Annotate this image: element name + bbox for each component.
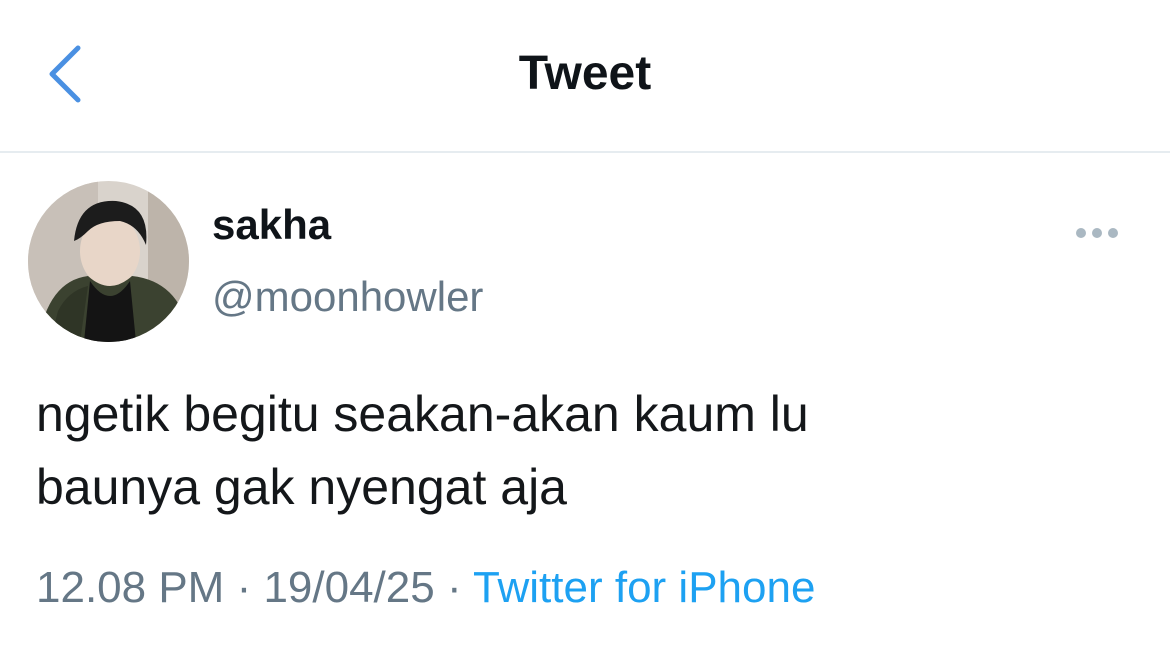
more-options-button[interactable] (1066, 218, 1126, 248)
more-horizontal-icon (1066, 218, 1126, 248)
avatar[interactable] (28, 181, 189, 342)
tweet-text: ngetik begitu seakan-akan kaum lu baunya… (36, 386, 809, 515)
user-handle[interactable]: @moonhowler (212, 270, 483, 324)
tweet-date: 19/04/25 (263, 563, 435, 612)
display-name[interactable]: sakha (212, 198, 331, 252)
tweet-metadata: 12.08 PM · 19/04/25 · Twitter for iPhone (36, 558, 815, 618)
meta-separator: · (224, 563, 264, 612)
top-bar: Tweet (0, 0, 1170, 153)
page-title: Tweet (518, 47, 652, 100)
meta-separator: · (434, 563, 474, 612)
tweet-source-link[interactable]: Twitter for iPhone (473, 563, 815, 612)
tweet-time: 12.08 PM (36, 563, 225, 612)
